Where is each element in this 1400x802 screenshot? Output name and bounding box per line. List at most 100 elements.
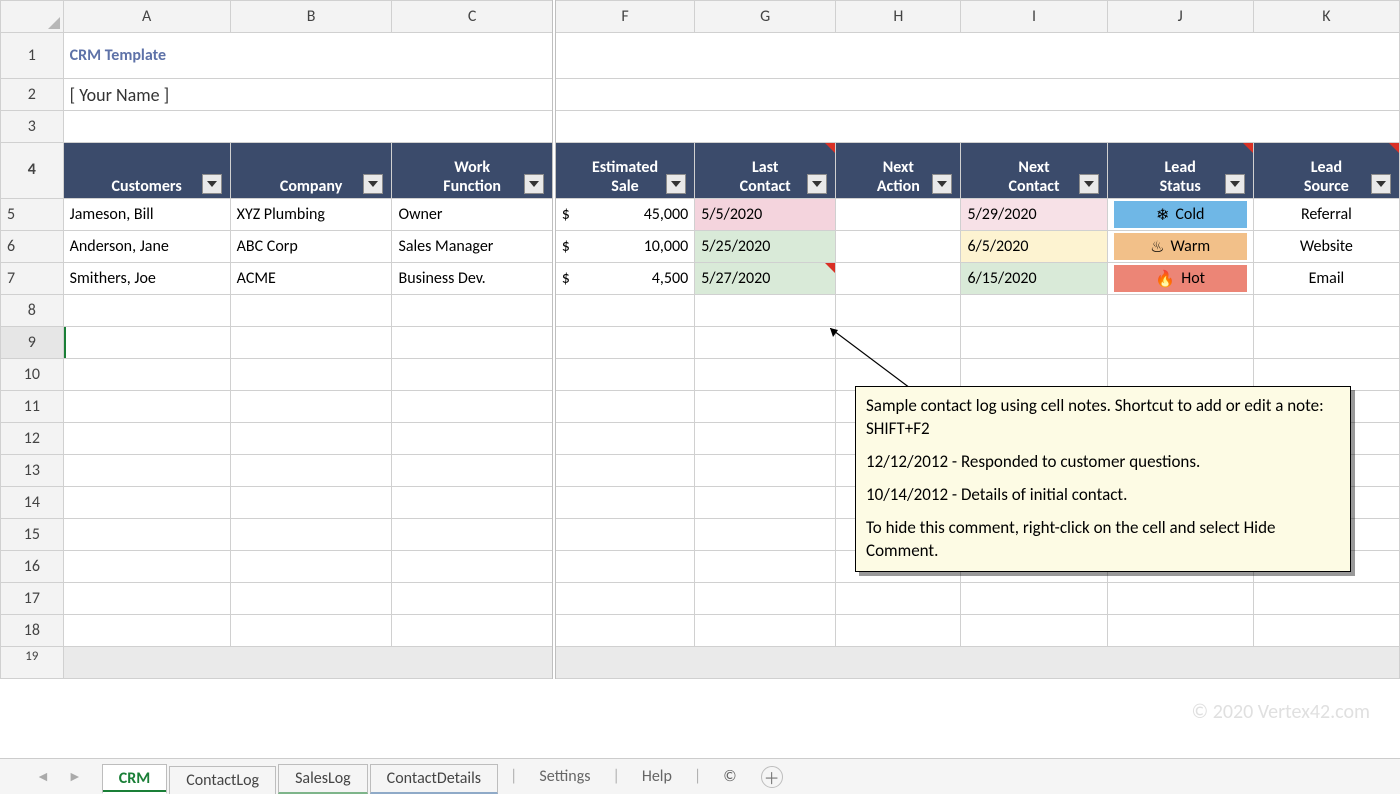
cell-function[interactable]: Business Dev. [392,263,554,295]
filter-customers[interactable] [202,174,222,194]
col-J[interactable]: J [1107,1,1253,33]
cell-estimated-sale[interactable]: $45,000 [554,199,695,231]
cell-company[interactable]: XYZ Plumbing [230,199,392,231]
hdr-company[interactable]: Company [230,143,392,199]
hdr-next-action[interactable]: NextAction [836,143,961,199]
status-icon: 🔥 [1155,269,1175,289]
table-row[interactable]: 5Jameson, BillXYZ PlumbingOwner$45,0005/… [1,199,1400,231]
filter-lead-status[interactable] [1225,174,1245,194]
row-3[interactable]: 3 [1,111,64,143]
cell-next-contact[interactable]: 6/5/2020 [961,231,1107,263]
cell-lead-source[interactable]: Website [1253,231,1399,263]
cell-lead-status[interactable]: ❄Cold [1107,199,1253,231]
cell-customer[interactable]: Smithers, Joe [63,263,230,295]
hdr-lead-status[interactable]: LeadStatus [1107,143,1253,199]
col-H[interactable]: H [836,1,961,33]
filter-next-contact[interactable] [1079,174,1099,194]
sheet-tab-crm[interactable]: CRM [102,764,167,794]
row-18[interactable]: 18 [1,615,64,647]
cell-last-contact[interactable]: 5/25/2020 [695,231,836,263]
cell-last-contact[interactable]: 5/27/2020 [695,263,836,295]
worksheet-grid[interactable]: A B C F G H I J K 1 CRM Template 2 [ You… [0,0,1400,679]
col-B[interactable]: B [230,1,392,33]
sheet-tab-saleslog[interactable]: SalesLog [278,764,368,794]
hdr-customers[interactable]: Customers [63,143,230,199]
col-F[interactable]: F [554,1,695,33]
hdr-work-function[interactable]: WorkFunction [392,143,554,199]
status-icon: ♨ [1150,237,1164,257]
filter-last-contact[interactable] [807,174,827,194]
col-A[interactable]: A [63,1,230,33]
row-19[interactable]: 19 [1,647,64,679]
cell-lead-source[interactable]: Email [1253,263,1399,295]
row-7[interactable]: 7 [1,263,64,295]
row-1[interactable]: 1 [1,33,64,79]
row-2[interactable]: 2 [1,79,64,111]
row-17[interactable]: 17 [1,583,64,615]
row-8[interactable]: 8 [1,295,64,327]
table-row[interactable]: 7Smithers, JoeACMEBusiness Dev.$4,5005/2… [1,263,1400,295]
row-5[interactable]: 5 [1,199,64,231]
cell-next-action[interactable] [836,231,961,263]
cell-next-action[interactable] [836,263,961,295]
row-13[interactable]: 13 [1,455,64,487]
sheet-nav-arrows[interactable]: ◄ ► [30,768,102,785]
select-all-corner[interactable] [1,1,64,33]
table-header-row: 4 Customers Company WorkFunction Estimat… [1,143,1400,199]
hdr-last-contact[interactable]: LastContact [695,143,836,199]
col-I[interactable]: I [961,1,1107,33]
cell-lead-status[interactable]: 🔥Hot [1107,263,1253,295]
sheet-tab-contactlog[interactable]: ContactLog [169,766,276,794]
filter-lead-source[interactable] [1371,174,1391,194]
column-header-row: A B C F G H I J K [1,1,1400,33]
col-G[interactable]: G [695,1,836,33]
spreadsheet-app: A B C F G H I J K 1 CRM Template 2 [ You… [0,0,1400,802]
sheet-tab-contactdetails[interactable]: ContactDetails [370,764,498,794]
page-title[interactable]: CRM Template [63,33,554,79]
status-icon: ❄ [1156,205,1169,225]
subtitle-cell[interactable]: [ Your Name ] [63,79,554,111]
add-sheet-button[interactable]: ＋ [761,766,783,788]
sheet-tab-settings[interactable]: Settings [527,763,602,790]
sheet-tab-help[interactable]: Help [630,763,684,790]
filter-work-function[interactable] [524,174,544,194]
row-10[interactable]: 10 [1,359,64,391]
cell-function[interactable]: Sales Manager [392,231,554,263]
nav-next-icon[interactable]: ► [68,768,82,785]
watermark: © 2020 Vertex42.com [1192,700,1371,724]
filter-estimated-sale[interactable] [666,174,686,194]
row-11[interactable]: 11 [1,391,64,423]
cell-function[interactable]: Owner [392,199,554,231]
cell-next-action[interactable] [836,199,961,231]
row-14[interactable]: 14 [1,487,64,519]
filter-company[interactable] [363,174,383,194]
sheet-tab-©[interactable]: © [711,763,748,790]
cell-company[interactable]: ACME [230,263,392,295]
cell-next-contact[interactable]: 5/29/2020 [961,199,1107,231]
cell-estimated-sale[interactable]: $4,500 [554,263,695,295]
hdr-lead-source[interactable]: LeadSource [1253,143,1399,199]
cell-estimated-sale[interactable]: $10,000 [554,231,695,263]
col-K[interactable]: K [1253,1,1399,33]
filter-next-action[interactable] [932,174,952,194]
row-4[interactable]: 4 [1,143,64,199]
row-9[interactable]: 9 [1,327,64,359]
row-6[interactable]: 6 [1,231,64,263]
row-12[interactable]: 12 [1,423,64,455]
cell-comment-popup: Sample contact log using cell notes. Sho… [855,386,1351,572]
cell-lead-status[interactable]: ♨Warm [1107,231,1253,263]
row-15[interactable]: 15 [1,519,64,551]
row-16[interactable]: 16 [1,551,64,583]
cell-customer[interactable]: Anderson, Jane [63,231,230,263]
sheet-tab-bar: ◄ ► CRMContactLogSalesLogContactDetails … [0,758,1400,794]
nav-prev-icon[interactable]: ◄ [36,768,50,785]
cell-last-contact[interactable]: 5/5/2020 [695,199,836,231]
cell-company[interactable]: ABC Corp [230,231,392,263]
col-C[interactable]: C [392,1,554,33]
cell-lead-source[interactable]: Referral [1253,199,1399,231]
hdr-estimated-sale[interactable]: EstimatedSale [554,143,695,199]
hdr-next-contact[interactable]: NextContact [961,143,1107,199]
cell-customer[interactable]: Jameson, Bill [63,199,230,231]
table-row[interactable]: 6Anderson, JaneABC CorpSales Manager$10,… [1,231,1400,263]
cell-next-contact[interactable]: 6/15/2020 [961,263,1107,295]
